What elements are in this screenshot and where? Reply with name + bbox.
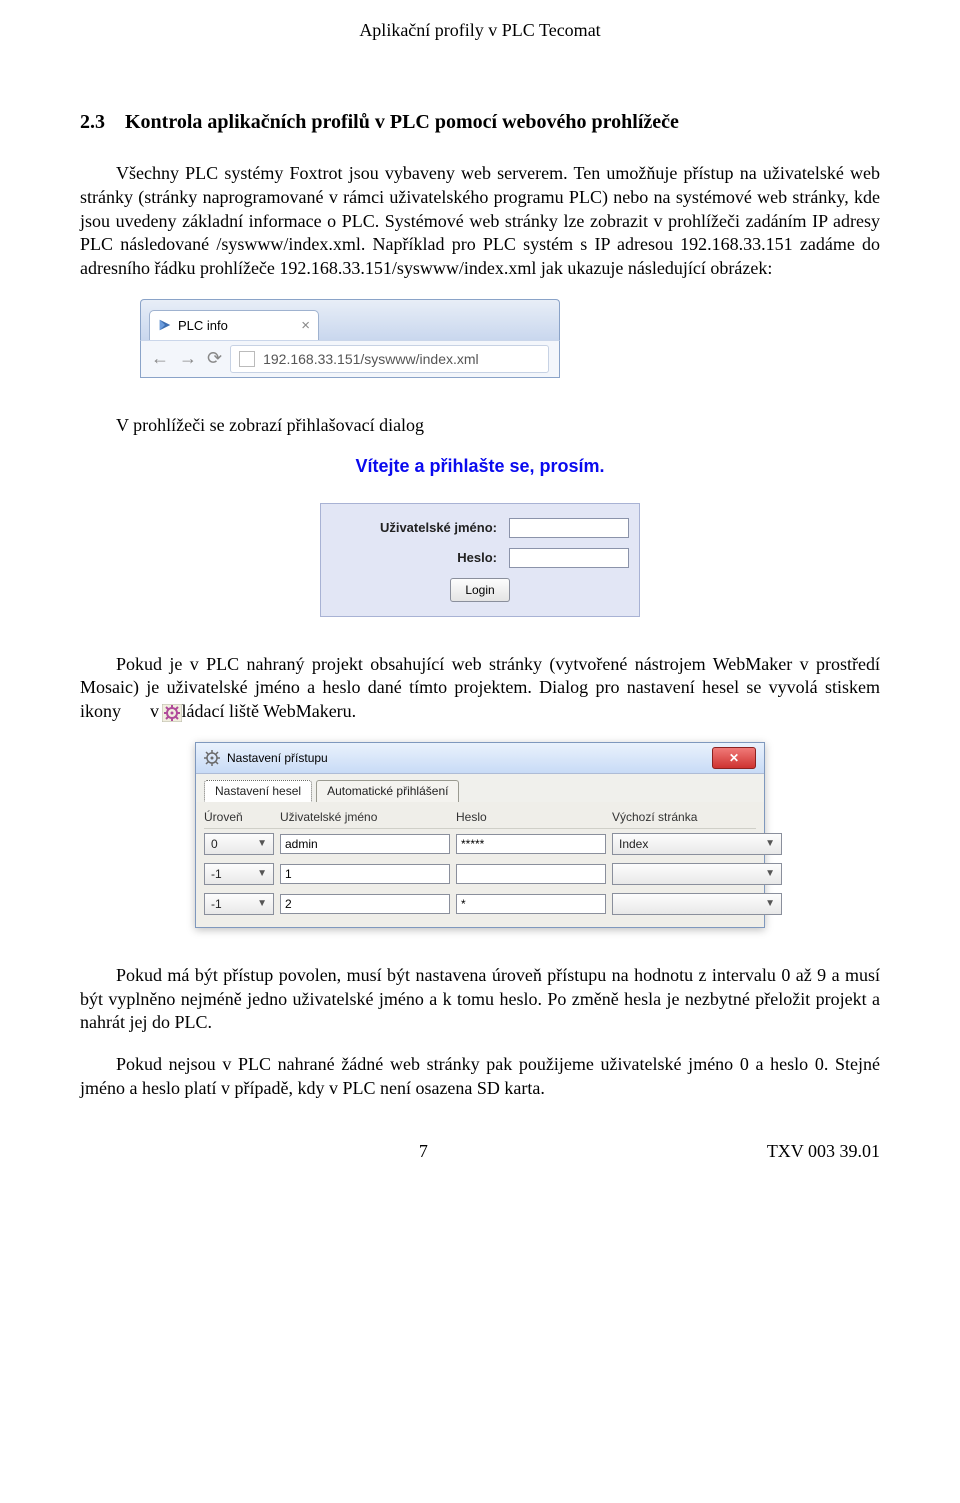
paragraph-3: Pokud je v PLC nahraný projekt obsahujíc… [80, 653, 880, 724]
login-button[interactable]: Login [450, 578, 510, 602]
login-dialog: Vítejte a přihlašte se, prosím. Uživatel… [270, 456, 690, 617]
username-field[interactable] [509, 518, 629, 538]
address-bar[interactable]: 192.168.33.151/syswww/index.xml [230, 345, 549, 373]
paragraph-1: Všechny PLC systémy Foxtrot jsou vybaven… [80, 162, 880, 281]
browser-screenshot: PLC info × ← → ⟳ 192.168.33.151/syswww/i… [140, 299, 560, 378]
site-icon [239, 351, 255, 367]
chevron-down-icon: ▼ [257, 898, 267, 909]
close-button[interactable]: ✕ [712, 747, 756, 769]
page-icon [158, 318, 172, 332]
tab-title: PLC info [178, 318, 228, 333]
col-pass: Heslo [456, 810, 606, 824]
page-number: 7 [419, 1141, 428, 1162]
gear-icon [204, 750, 220, 766]
forward-icon[interactable]: → [179, 348, 197, 369]
password-field[interactable] [509, 548, 629, 568]
pass-field[interactable] [456, 834, 606, 854]
level-select[interactable]: -1▼ [204, 893, 274, 915]
username-label: Uživatelské jméno: [337, 520, 509, 535]
user-field[interactable] [280, 894, 450, 914]
back-icon[interactable]: ← [151, 348, 169, 369]
paragraph-4: Pokud má být přístup povolen, musí být n… [80, 964, 880, 1035]
user-field[interactable] [280, 834, 450, 854]
chevron-down-icon: ▼ [765, 898, 775, 909]
page-select[interactable]: ▼ [612, 893, 782, 915]
chevron-down-icon: ▼ [257, 838, 267, 849]
table-row: 0▼ Index▼ [204, 829, 756, 859]
tab-autologin[interactable]: Automatické přihlášení [316, 780, 459, 802]
section-title: 2.3 Kontrola aplikačních profilů v PLC p… [80, 111, 880, 134]
settings-dialog: Nastavení přístupu ✕ Nastavení hesel Aut… [195, 742, 765, 928]
section-heading: Kontrola aplikačních profilů v PLC pomoc… [125, 111, 679, 133]
close-icon: ✕ [729, 751, 739, 765]
level-select[interactable]: -1▼ [204, 863, 274, 885]
paragraph-2: V prohlížeči se zobrazí přihlašovací dia… [80, 414, 880, 438]
col-page: Výchozí stránka [612, 810, 782, 824]
page-select[interactable]: Index▼ [612, 833, 782, 855]
chevron-down-icon: ▼ [765, 868, 775, 879]
browser-tab[interactable]: PLC info × [149, 310, 319, 340]
user-field[interactable] [280, 864, 450, 884]
password-label: Heslo: [337, 550, 509, 565]
tab-passwords[interactable]: Nastavení hesel [204, 780, 312, 802]
doc-id: TXV 003 39.01 [767, 1141, 880, 1162]
paragraph-5: Pokud nejsou v PLC nahrané žádné web str… [80, 1053, 880, 1101]
chevron-down-icon: ▼ [765, 838, 775, 849]
login-title: Vítejte a přihlašte se, prosím. [270, 456, 690, 477]
table-row: -1▼ ▼ [204, 859, 756, 889]
pass-field[interactable] [456, 894, 606, 914]
chevron-down-icon: ▼ [257, 868, 267, 879]
page-select[interactable]: ▼ [612, 863, 782, 885]
close-icon[interactable]: × [301, 317, 310, 334]
table-row: -1▼ ▼ [204, 889, 756, 919]
window-title: Nastavení přístupu [227, 751, 328, 765]
page-header: Aplikační profily v PLC Tecomat [80, 20, 880, 41]
col-user: Uživatelské jméno [280, 810, 450, 824]
pass-field[interactable] [456, 864, 606, 884]
gear-icon [126, 704, 146, 722]
level-select[interactable]: 0▼ [204, 833, 274, 855]
col-level: Úroveň [204, 810, 274, 824]
reload-icon[interactable]: ⟳ [207, 348, 222, 369]
section-number: 2.3 [80, 111, 105, 133]
url-text: 192.168.33.151/syswww/index.xml [263, 351, 479, 367]
